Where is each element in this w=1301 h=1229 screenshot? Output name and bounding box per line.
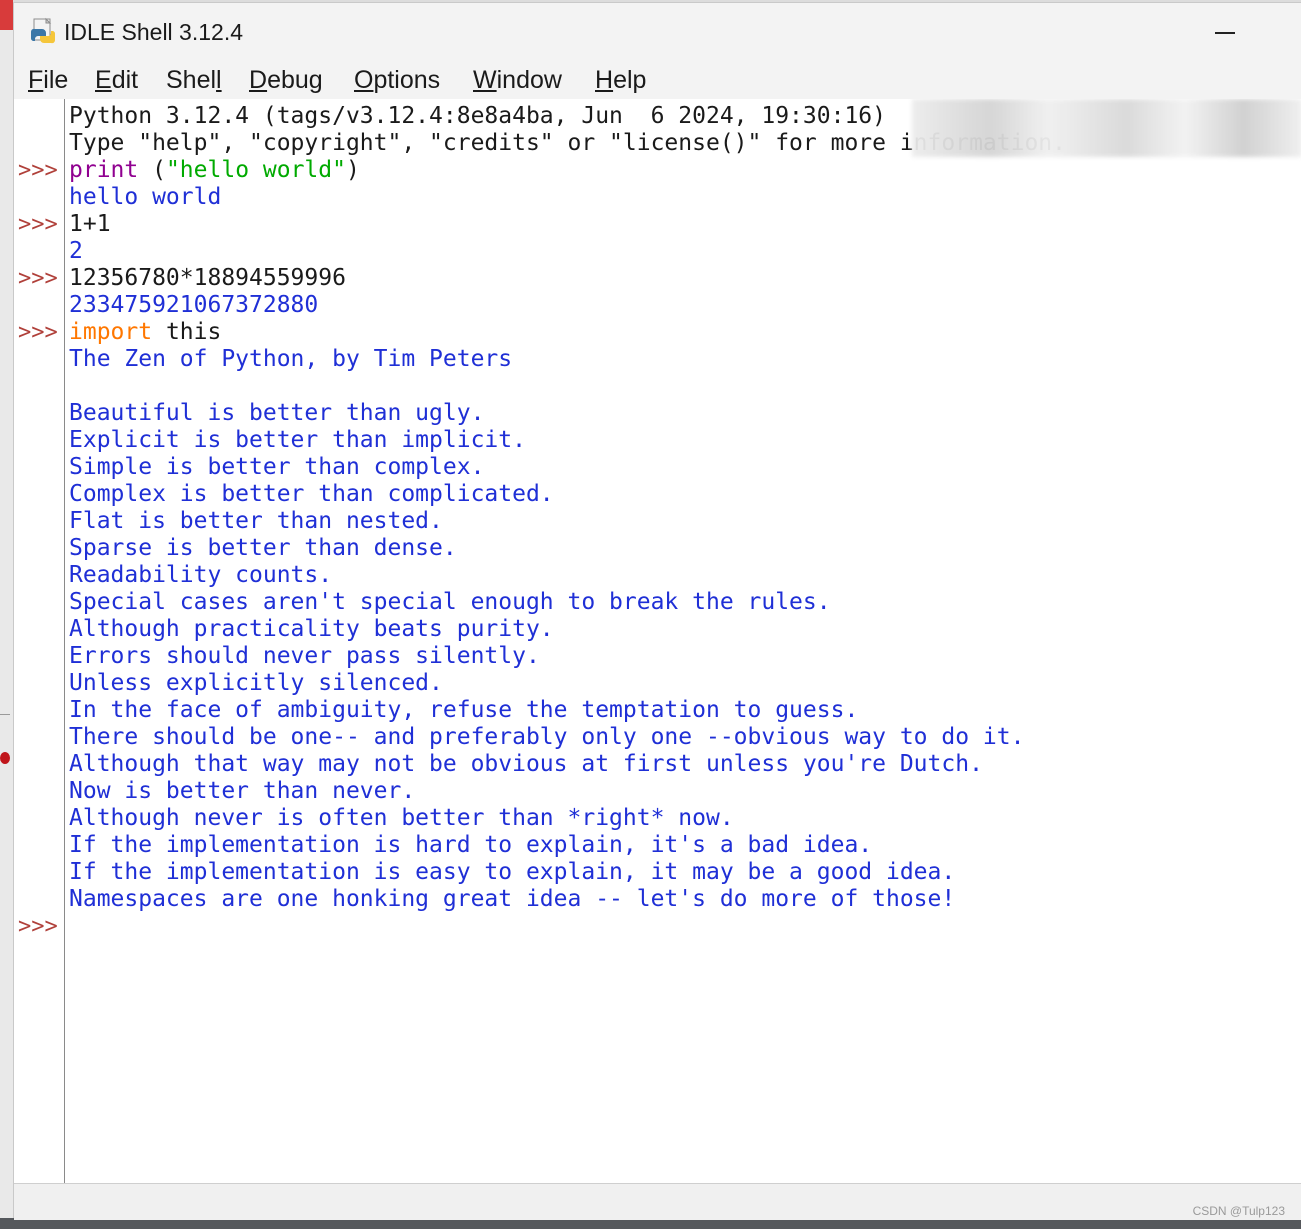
zen-line: Explicit is better than implicit. [69,427,526,453]
menu-options[interactable]: Options [354,66,440,95]
zen-line: Now is better than never. [69,778,416,804]
zen-line: Although never is often better than *rig… [69,805,734,831]
zen-line: Namespaces are one honking great idea --… [69,886,956,912]
output-line: hello world [69,184,222,210]
output-line: The Zen of Python, by Tim Peters [69,346,513,372]
zen-line: There should be one-- and preferably onl… [69,724,1025,750]
background-divider [0,714,10,715]
zen-line: In the face of ambiguity, refuse the tem… [69,697,859,723]
menu-shell[interactable]: Shell [166,66,222,95]
window-title: IDLE Shell 3.12.4 [64,19,244,45]
input-line: 1+1 [69,211,111,237]
background-breakpoint-dot [0,752,10,764]
zen-line: If the implementation is hard to explain… [69,832,873,858]
menu-file[interactable]: File [28,66,68,95]
menu-bar: File Edit Shell Debug Options Window Hel… [14,59,1301,99]
menu-debug[interactable]: Debug [249,66,323,95]
zen-line: Special cases aren't special enough to b… [69,589,831,615]
title-bar[interactable]: IDLE Shell 3.12.4 [14,3,1301,59]
zen-line: If the implementation is easy to explain… [69,859,956,885]
minimize-icon[interactable] [1207,17,1243,47]
shell-prompt: >>> [18,266,58,291]
zen-line: Simple is better than complex. [69,454,485,480]
input-line: 12356780*18894559996 [69,265,346,291]
zen-line: Sparse is better than dense. [69,535,457,561]
shell-prompt: >>> [18,158,58,183]
shell-prompt: >>> [18,914,58,939]
shell-prompt: >>> [18,320,58,345]
zen-line: Unless explicitly silenced. [69,670,443,696]
zen-line: Errors should never pass silently. [69,643,540,669]
output-line: 233475921067372880 [69,292,319,318]
menu-edit[interactable]: Edit [95,66,138,95]
background-window-edge [0,0,13,1229]
zen-line: Although practicality beats purity. [69,616,554,642]
shell-text-area[interactable]: Python 3.12.4 (tags/v3.12.4:8e8a4ba, Jun… [65,99,1301,1183]
output-line: 2 [69,238,83,264]
zen-line: Flat is better than nested. [69,508,443,534]
banner-line: Python 3.12.4 (tags/v3.12.4:8e8a4ba, Jun… [69,103,886,129]
zen-line: Complex is better than complicated. [69,481,554,507]
zen-line: Beautiful is better than ugly. [69,400,485,426]
menu-window[interactable]: Window [473,66,562,95]
redacted-region [912,99,1301,157]
prompt-gutter: >>> >>> >>> >>> >>> [14,99,65,1183]
status-bar: CSDN @Tulp123 [14,1183,1301,1220]
input-line: print ("hello world") [69,157,360,183]
shell-prompt: >>> [18,212,58,237]
zen-line: Although that way may not be obvious at … [69,751,983,777]
input-line: import this [69,319,222,345]
menu-help[interactable]: Help [595,66,646,95]
watermark: CSDN @Tulp123 [1192,1204,1285,1218]
python-idle-icon [30,17,56,44]
background-window-accent [0,0,13,30]
zen-line: Readability counts. [69,562,333,588]
idle-shell-window: IDLE Shell 3.12.4 File Edit Shell Debug … [13,2,1301,1220]
